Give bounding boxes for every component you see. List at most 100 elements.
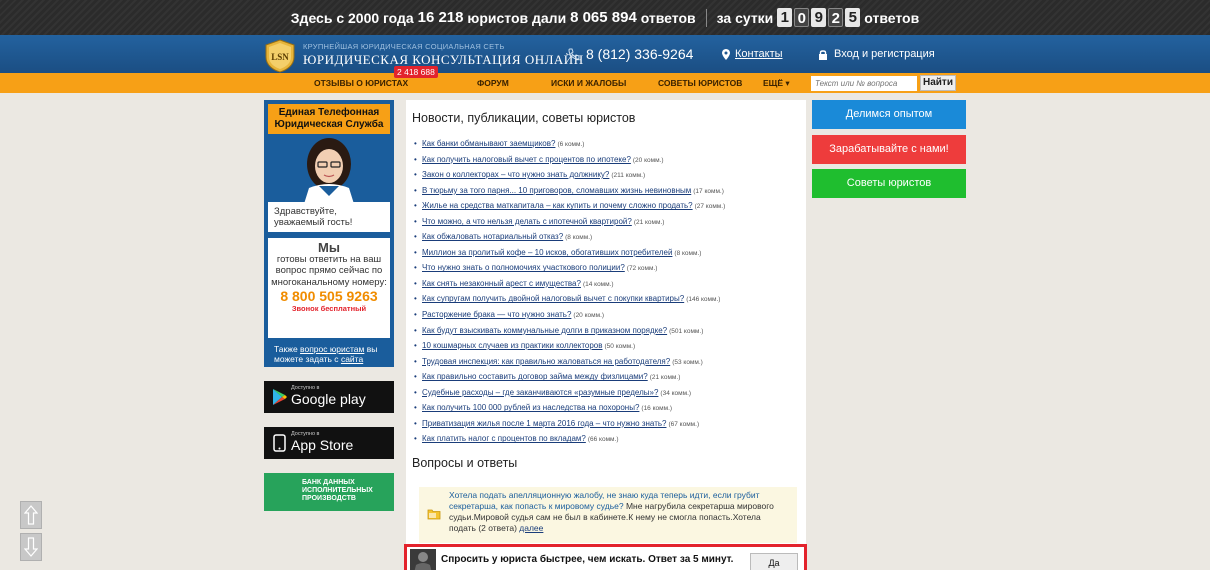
news-link[interactable]: Как получить налоговый вычет с процентов… [422, 155, 631, 164]
news-comments: (20 комм.) [573, 312, 605, 320]
left-sidebar: Единая Телефонная Юридическая Служба Здр… [264, 100, 394, 511]
news-link[interactable]: Приватизация жилья после 1 марта 2016 го… [422, 419, 666, 428]
news-heading: Новости, публикации, советы юристов [412, 111, 636, 125]
phone-icon [568, 48, 580, 60]
also-ask-text: Также вопрос юристам вы можете задать с … [274, 344, 388, 364]
ask-lawyers-link[interactable]: вопрос юристам [300, 344, 364, 354]
header-phone[interactable]: 8 (812) 336-9264 [568, 46, 693, 62]
news-item: Судебные расходы – где заканчиваются «ра… [412, 387, 800, 403]
ask-lawyer-text: Спросить у юриста быстрее, чем искать. О… [441, 554, 734, 565]
brand-title[interactable]: ЮРИДИЧЕСКАЯ КОНСУЛЬТАЦИЯ ОНЛАЙН [303, 52, 584, 68]
news-link[interactable]: В тюрьму за того парня... 10 приговоров,… [422, 186, 691, 195]
news-comments: (16 комм.) [641, 405, 673, 413]
nav-forum[interactable]: ФОРУМ [477, 78, 509, 88]
contacts-label: Контакты [735, 48, 783, 60]
news-comments: (8 комм.) [565, 234, 593, 242]
news-item: Как правильно составить договор займа ме… [412, 371, 800, 387]
news-link[interactable]: Что можно, а что нельзя делать с ипотечн… [422, 217, 632, 226]
share-experience-button[interactable]: Делимся опытом [812, 100, 966, 129]
news-item: Приватизация жилья после 1 марта 2016 го… [412, 418, 800, 434]
news-link[interactable]: Что нужно знать о полномочиях участковог… [422, 263, 625, 272]
news-item: В тюрьму за того парня... 10 приговоров,… [412, 185, 800, 201]
news-item: Как снять незаконный арест с имущества?(… [412, 278, 800, 294]
news-comments: (211 комм.) [611, 172, 646, 180]
login-label: Вход и регистрация [834, 48, 935, 60]
news-item: Как будут взыскивать коммунальные долги … [412, 325, 800, 341]
news-link[interactable]: Как правильно составить договор займа ме… [422, 372, 648, 381]
logo-text: LSN [271, 52, 289, 62]
news-item: Как обжаловать нотариальный отказ?(8 ком… [412, 231, 800, 247]
site-link[interactable]: сайта [341, 354, 363, 364]
scroll-down-button[interactable] [20, 533, 42, 561]
news-comments: (53 комм.) [672, 358, 703, 366]
day-digit: 9 [811, 8, 827, 27]
news-item: Трудовая инспекция: как правильно жалова… [412, 356, 800, 372]
news-item: Расторжение брака — что нужно знать?(20 … [412, 309, 800, 325]
main-content: Новости, публикации, советы юристов Как … [406, 100, 806, 570]
news-comments: (17 комм.) [693, 187, 724, 195]
enforcement-database-banner[interactable]: БАНК ДАННЫХ ИСПОЛНИТЕЛЬНЫХ ПРОИЗВОДСТВ [264, 473, 394, 511]
news-comments: (27 комм.) [694, 203, 726, 211]
main-nav: ОТЗЫВЫ О ЮРИСТАХ ФОРУМ ИСКИ И ЖАЛОБЫ СОВ… [0, 73, 1210, 93]
app-store-badge[interactable]: Доступно в App Store [264, 427, 394, 459]
news-link[interactable]: Трудовая инспекция: как правильно жалова… [422, 357, 670, 366]
news-item: Как платить налог с процентов по вкладам… [412, 433, 800, 449]
google-play-badge[interactable]: Доступно в Google play [264, 381, 394, 413]
ask-yes-button[interactable]: Да [750, 553, 798, 570]
news-link[interactable]: Судебные расходы – где заканчиваются «ра… [422, 388, 658, 397]
news-link[interactable]: Миллион за пролитый кофе – 10 исков, обо… [422, 248, 672, 257]
lsn-logo[interactable]: LSN [264, 39, 296, 73]
news-item: Как банки обманывают заемщиков?(6 комм.) [412, 138, 800, 154]
nav-advice[interactable]: СОВЕТЫ ЮРИСТОВ [658, 78, 742, 88]
news-link[interactable]: Как будут взыскивать коммунальные долги … [422, 326, 667, 335]
login-link[interactable]: Вход и регистрация [818, 48, 935, 60]
news-link[interactable]: Как супругам получить двойной налоговый … [422, 294, 684, 303]
lawyer-tips-button[interactable]: Советы юристов [812, 169, 966, 198]
greeting: Здравствуйте, уважаемый гость! [268, 202, 390, 232]
news-item: Миллион за пролитый кофе – 10 исков, обо… [412, 247, 800, 263]
news-link[interactable]: Как банки обманывают заемщиков? [422, 139, 555, 148]
news-comments: (146 комм.) [686, 296, 721, 304]
news-link[interactable]: Как получить 100 000 рублей из наследств… [422, 403, 639, 412]
news-link[interactable]: Как платить налог с процентов по вкладам… [422, 434, 586, 443]
news-link[interactable]: 10 кошмарных случаев из практики коллект… [422, 341, 603, 350]
operator-avatar [304, 138, 354, 204]
question-more-link[interactable]: далее [519, 523, 543, 533]
news-comments: (66 комм.) [587, 436, 619, 444]
search-input[interactable] [811, 76, 917, 91]
contacts-link[interactable]: Контакты [722, 48, 783, 60]
phone-device-icon [273, 434, 286, 452]
nav-more[interactable]: ЕЩЁ ▾ [763, 78, 790, 89]
news-link[interactable]: Как обжаловать нотариальный отказ? [422, 232, 563, 241]
news-link[interactable]: Расторжение брака — что нужно знать? [422, 310, 571, 319]
question-card[interactable]: Хотела подать апелляционную жалобу, не з… [419, 487, 797, 543]
scroll-up-button[interactable] [20, 501, 42, 529]
stats-divider [705, 8, 707, 27]
news-comments: (50 комм.) [604, 343, 636, 351]
news-link[interactable]: Закон о коллекторах – что нужно знать до… [422, 170, 609, 179]
news-link[interactable]: Жилье на средства маткапитала – как купи… [422, 201, 693, 210]
news-link[interactable]: Как снять незаконный арест с имущества? [422, 279, 581, 288]
day-digit: 2 [828, 8, 844, 27]
phone-service-card[interactable]: Единая Телефонная Юридическая Служба Здр… [264, 100, 394, 367]
folder-icon [427, 509, 441, 520]
day-counter: 1 0 9 2 5 [777, 8, 861, 27]
search-button[interactable]: Найти [920, 75, 956, 91]
news-comments: (21 комм.) [633, 218, 665, 226]
day-digit: 1 [777, 8, 793, 27]
lawyers-count: 16 218 [417, 9, 464, 26]
stats-day-prefix: за сутки [716, 9, 774, 26]
nav-reviews[interactable]: ОТЗЫВЫ О ЮРИСТАХ [314, 78, 408, 88]
google-play-icon [273, 389, 287, 405]
location-pin-icon [722, 48, 730, 60]
google-play-name: Google play [291, 391, 366, 407]
also-pre: Также [274, 344, 298, 354]
reviews-count-badge: 2 418 688 [394, 66, 438, 78]
hotline-number[interactable]: 8 800 505 9263 [268, 289, 390, 302]
lawyer-avatar [410, 549, 436, 570]
earn-with-us-button[interactable]: Зарабатывайте с нами! [812, 135, 966, 164]
site-header: LSN КРУПНЕЙШАЯ ЮРИДИЧЕСКАЯ СОЦИАЛЬНАЯ СЕ… [0, 35, 1210, 73]
nav-claims[interactable]: ИСКИ И ЖАЛОБЫ [551, 78, 626, 88]
news-item: Жилье на средства маткапитала – как купи… [412, 200, 800, 216]
news-item: Закон о коллекторах – что нужно знать до… [412, 169, 800, 185]
